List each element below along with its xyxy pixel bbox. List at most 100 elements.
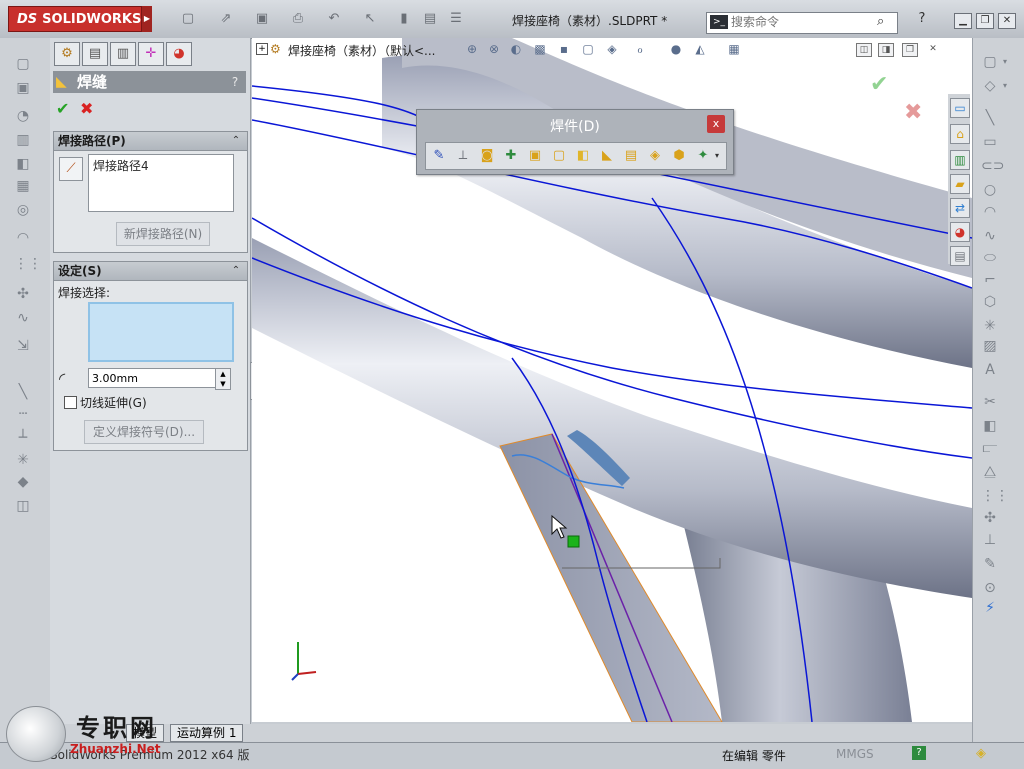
boundary-icon[interactable]: ▦ (14, 178, 32, 194)
move-entities-icon[interactable]: ┴ (14, 430, 32, 446)
offset-icon[interactable]: ◫ (14, 498, 32, 514)
sketch-tool-icon[interactable]: ▢ (981, 54, 999, 70)
tab-feature-manager-icon[interactable]: ⚙ (54, 42, 80, 66)
ellipse-tool-icon[interactable]: ⬭ (981, 250, 999, 266)
instant3d-icon[interactable]: ⇲ (14, 338, 32, 354)
pattern-icon[interactable]: ⋮⋮ (14, 256, 42, 272)
rapid-sketch-icon[interactable]: ⚡ (981, 600, 999, 616)
loft-icon[interactable]: ◧ (14, 156, 32, 172)
confirmation-ok-icon[interactable]: ✔ (870, 72, 888, 97)
trim-extend-icon[interactable]: ✚ (502, 147, 520, 165)
point-tool-icon[interactable]: ✳ (981, 318, 999, 334)
display-style-icon[interactable]: ▢ (580, 42, 596, 56)
print-icon[interactable]: ⎙ (290, 12, 306, 26)
select-icon[interactable]: ↖ (362, 12, 378, 26)
structural-member-icon[interactable]: ◙ (478, 147, 496, 165)
reference-geometry-icon[interactable]: ✣ (14, 286, 32, 302)
menu-expand-arrow-icon[interactable]: ▶ (142, 6, 152, 32)
weldments-toolbar-close-button[interactable]: x (707, 115, 725, 133)
weld-symbol-icon[interactable]: ✦ (694, 147, 712, 165)
convert-entities-icon[interactable]: ◧ (981, 418, 999, 434)
hide-show-items-icon[interactable]: ℴ (632, 42, 648, 56)
dropdown-arrow-icon[interactable]: ▾ (1003, 54, 1011, 70)
new-weld-path-button[interactable]: 新焊接路径(N) (116, 222, 210, 246)
design-library-icon[interactable]: ▥ (950, 150, 970, 170)
extrude-icon[interactable]: ▣ (14, 80, 32, 96)
cancel-button[interactable]: ✖ (80, 100, 98, 118)
file-properties-icon[interactable]: ▤ (422, 12, 438, 26)
cut-list-icon[interactable]: ▤ (622, 147, 640, 165)
list-item[interactable]: 焊接路径4 (93, 157, 149, 174)
weld-path-group-header[interactable]: 焊接路径(P) ⌃ (54, 132, 247, 151)
weldments-toolbar[interactable]: 焊件(D) x ✎ ⟂ ◙ ✚ ▣ ▢ ◧ ◣ ▤ ◈ ⬢ ✦ ▾ (416, 109, 734, 175)
curves-icon[interactable]: ∿ (14, 310, 32, 326)
extruded-boss-icon[interactable]: ▣ (526, 147, 544, 165)
revolve-icon[interactable]: ◔ (14, 108, 32, 124)
viewport-close-icon[interactable]: ✕ (926, 43, 940, 55)
tab-configuration-manager-icon[interactable]: ▥ (110, 42, 136, 66)
open-icon[interactable]: ⇗ (218, 12, 234, 26)
mirror-icon[interactable]: ◆ (14, 474, 32, 490)
weld-path-list[interactable]: 焊接路径4 (88, 154, 234, 212)
search-input[interactable] (731, 14, 871, 30)
zoom-to-area-icon[interactable]: ⊗ (486, 42, 502, 56)
restore-button[interactable]: ❐ (976, 13, 994, 29)
tab-property-manager-icon[interactable]: ▤ (82, 42, 108, 66)
toolbar-dropdown-icon[interactable]: ▾ (712, 147, 722, 165)
gusset-icon[interactable]: ◧ (574, 147, 592, 165)
tag-icon[interactable]: ◈ (976, 746, 992, 762)
appearances-icon[interactable]: ◕ (950, 222, 970, 242)
tree-expand-icon[interactable]: + (256, 43, 268, 55)
search-box[interactable]: >_ ⌕ (706, 12, 898, 34)
home-icon[interactable]: ⌂ (950, 124, 970, 144)
cut-list-update-icon[interactable]: ◈ (646, 147, 664, 165)
view-palette-icon[interactable]: ⇄ (950, 198, 970, 218)
new-document-icon[interactable]: ▢ (180, 12, 196, 26)
spline-tool-icon[interactable]: ∿ (981, 228, 999, 244)
viewport-tile-icon[interactable]: ◨ (878, 43, 894, 57)
line-tool-icon[interactable]: ╲ (981, 110, 999, 126)
previous-view-icon[interactable]: ◐ (508, 42, 524, 56)
apply-scene-icon[interactable]: ◭ (692, 42, 708, 56)
3d-sketch-icon[interactable]: ✎ (430, 147, 448, 165)
file-explorer-icon[interactable]: ▰ (950, 174, 970, 194)
line-icon[interactable]: ╲ (14, 384, 32, 400)
view-settings-icon[interactable]: ▦ (726, 42, 742, 56)
confirmation-cancel-icon[interactable]: ✖ (904, 100, 922, 125)
text-tool-icon[interactable]: A (981, 362, 999, 378)
solidworks-logo[interactable]: DS SOLIDWORKS (8, 6, 142, 32)
quick-tips-icon[interactable]: ? (912, 746, 926, 760)
linear-pattern-icon[interactable]: ⋮⋮ (981, 488, 1009, 504)
sweep-icon[interactable]: ▥ (14, 132, 32, 148)
weld-selection-box[interactable] (88, 302, 234, 362)
ok-button[interactable]: ✔ (56, 100, 74, 118)
edit-appearance-icon[interactable]: ● (668, 42, 684, 56)
collapse-icon[interactable]: ⌃ (229, 134, 243, 148)
fillet-sketch-icon[interactable]: ⌐ (981, 272, 999, 288)
display-relations-icon[interactable]: ⊥ (981, 532, 999, 548)
mirror-entities-icon[interactable]: ⧋ (981, 464, 999, 480)
tree-root-label[interactable]: 焊接座椅（素材）（默认<... (288, 42, 436, 59)
settings-group-header[interactable]: 设定(S) ⌃ (54, 262, 247, 281)
tab-dimxpert-icon[interactable]: ✛ (138, 42, 164, 66)
minimize-button[interactable]: ▁ (954, 13, 972, 29)
tab-display-manager-icon[interactable]: ◕ (166, 42, 192, 66)
rebuild-icon[interactable]: ▮ (396, 12, 412, 26)
repair-sketch-icon[interactable]: ✎ (981, 556, 999, 572)
help-button[interactable]: ? (227, 73, 243, 91)
tangent-propagation-checkbox[interactable] (64, 396, 77, 409)
help-icon[interactable]: ? (914, 12, 930, 26)
options-icon[interactable]: ☰ (448, 12, 464, 26)
bead-size-input[interactable] (88, 368, 217, 388)
trim-tool-icon[interactable]: ✂ (981, 394, 999, 410)
polygon-tool-icon[interactable]: ⬡ (981, 294, 999, 310)
view-orientation-icon[interactable]: ▪ (556, 42, 572, 56)
smart-dimension-icon[interactable]: ◇ (981, 78, 999, 94)
weld-bead-icon[interactable]: ⬢ (670, 147, 688, 165)
circle-tool-icon[interactable]: ○ (981, 182, 999, 198)
move-entities-icon[interactable]: ✣ (981, 510, 999, 526)
close-button[interactable]: ✕ (998, 13, 1016, 29)
zoom-to-fit-icon[interactable]: ⊕ (464, 42, 480, 56)
arc-tool-icon[interactable]: ◠ (981, 204, 999, 220)
viewport-minimize-icon[interactable]: ◫ (856, 43, 872, 57)
